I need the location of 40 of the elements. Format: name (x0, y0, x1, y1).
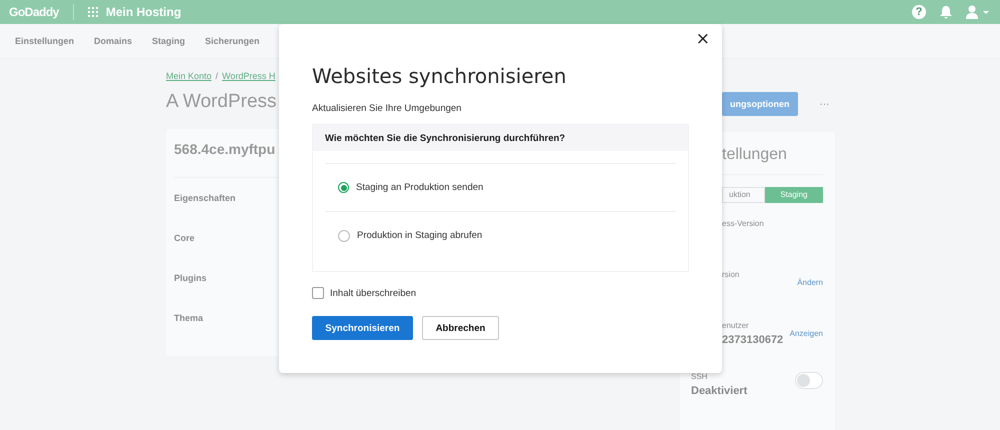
breadcrumb-separator: / (216, 71, 218, 81)
radio-button[interactable] (338, 230, 350, 242)
sync-button[interactable]: Synchronisieren (312, 316, 413, 340)
toggle-switch[interactable] (795, 372, 823, 389)
radio-button[interactable] (338, 182, 349, 193)
more-menu[interactable]: ··· (820, 98, 830, 110)
field-value: 2373130672 (722, 334, 784, 346)
help-button[interactable]: ? (912, 5, 926, 19)
app-title: Mein Hosting (106, 5, 182, 19)
dialog-title: Websites synchronisieren (312, 64, 568, 88)
dialog-subtitle: Aktualisieren Sie Ihre Umgebungen (312, 103, 462, 114)
environment-tab[interactable]: uktion (722, 187, 765, 203)
field-link[interactable]: Ändern (797, 278, 823, 287)
page-title: A WordPress (166, 91, 277, 113)
nav-tab[interactable]: Staging (152, 36, 186, 46)
nav-tab[interactable]: Sicherungen (205, 36, 260, 46)
checkbox-option[interactable]: Inhalt überschreiben (312, 287, 416, 299)
bell-icon[interactable] (940, 5, 952, 19)
options-button[interactable]: ungsoptionen (722, 92, 798, 116)
nav-tab[interactable]: Einstellungen (15, 36, 74, 46)
nav-tab[interactable]: Domains (94, 36, 132, 46)
field-label: ess-Version (722, 219, 764, 228)
cancel-button[interactable]: Abbrechen (422, 316, 499, 340)
field-label: rsion (722, 270, 740, 279)
field-label: SSH (691, 372, 708, 381)
environment-tab[interactable]: Staging (764, 187, 823, 203)
field-value: Deaktiviert (691, 385, 748, 397)
question-header: Wie möchten Sie die Synchronisierung durchführen? (313, 125, 688, 151)
checkbox[interactable] (312, 287, 324, 299)
radio-option[interactable]: Produktion in Staging abrufen (325, 212, 676, 259)
site-domain: 568.4ce.myftpu (174, 141, 276, 157)
logo[interactable]: GoDaddy (9, 5, 59, 19)
user-icon[interactable] (966, 5, 990, 19)
radio-option[interactable]: Staging an Produktion senden (325, 164, 676, 212)
apps-grid-icon[interactable] (88, 7, 98, 17)
breadcrumb-link[interactable]: Mein Konto (166, 71, 212, 81)
field-link[interactable]: Anzeigen (790, 329, 823, 338)
breadcrumb-link[interactable]: WordPress H (222, 71, 276, 81)
close-button[interactable]: × (692, 30, 713, 48)
field-label: enutzer (722, 321, 750, 330)
